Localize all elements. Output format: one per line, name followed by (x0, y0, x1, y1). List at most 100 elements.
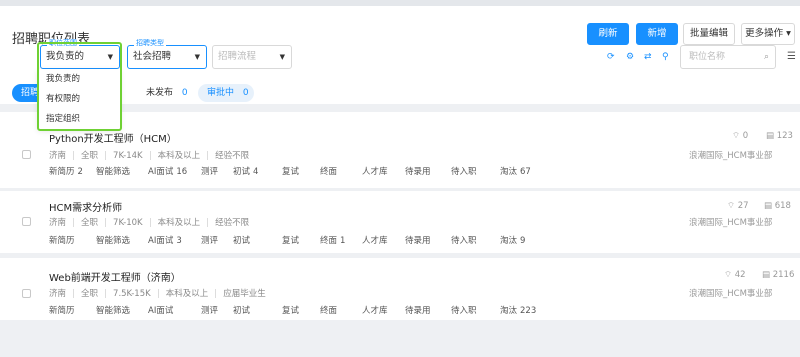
process-placeholder: 招聘流程 (218, 51, 257, 62)
location-icon[interactable]: ⚲ (662, 52, 669, 62)
stage-label: 复试 (282, 167, 300, 177)
stage-item[interactable]: 新简历 (49, 234, 78, 246)
job-experience: 经验不限 (215, 218, 250, 228)
job-title[interactable]: Python开发工程师（HCM） (49, 130, 177, 145)
stage-label: AI面试 (148, 167, 174, 177)
job-meta: 济南 全职 7K-14K 本科及以上 经验不限 (49, 149, 249, 161)
job-meta: 济南 全职 7.5K-15K 本科及以上 应届毕业生 (49, 287, 266, 299)
job-salary: 7K-14K (113, 151, 143, 161)
applies-stat: ▤ 2116 (762, 270, 794, 280)
type-caption: 招聘类型 (134, 39, 166, 48)
bottom-area (0, 346, 800, 357)
stage-item[interactable]: AI面试 16 (148, 165, 187, 177)
job-education: 本科及以上 (157, 151, 201, 161)
stage-item[interactable]: AI面试 3 (148, 234, 182, 246)
batch-edit-button[interactable]: 批量编辑 (683, 23, 735, 45)
view-icon: ⌔ (727, 201, 738, 211)
job-title[interactable]: HCM需求分析师 (49, 199, 122, 214)
stage-item[interactable]: 终面 (320, 165, 340, 177)
stage-item[interactable]: 初试 (233, 234, 253, 246)
tab-unpublished[interactable]: 未发布 0 (146, 84, 188, 102)
sync-icon[interactable]: ⟳ (607, 52, 615, 62)
stage-item[interactable]: 待录用 (405, 165, 434, 177)
stage-label: AI面试 (148, 306, 174, 316)
stage-item[interactable]: 人才库 (362, 304, 391, 316)
add-button[interactable]: 新增 (636, 23, 678, 45)
stage-item[interactable]: 终面 1 (320, 234, 345, 246)
stage-item[interactable]: 淘汰 9 (500, 234, 525, 246)
swap-icon[interactable]: ⇄ (644, 52, 652, 62)
stage-item[interactable]: 智能筛选 (96, 234, 133, 246)
stage-item[interactable]: 初试 (233, 304, 253, 316)
stage-item[interactable]: 复试 (282, 304, 302, 316)
row-checkbox[interactable] (22, 150, 31, 159)
views-stat: ⌔ 0 (732, 131, 748, 141)
job-card[interactable]: Web前端开发工程师（济南） 济南 全职 7.5K-15K 本科及以上 应届毕业生 新简… (0, 258, 800, 320)
resume-icon: ▤ (764, 201, 775, 211)
stage-item[interactable]: 终面 (320, 304, 340, 316)
stage-label: 待录用 (405, 167, 431, 177)
stage-item[interactable]: 复试 (282, 165, 302, 177)
refresh-button[interactable]: 刷新 (587, 23, 629, 45)
caret-down-icon: ▼ (279, 53, 285, 61)
stage-item[interactable]: 测评 (201, 234, 221, 246)
stage-item[interactable]: 智能筛选 (96, 304, 133, 316)
stage-item[interactable]: 淘汰 67 (500, 165, 531, 177)
stage-label: 人才库 (362, 167, 388, 177)
job-meta: 济南 全职 7K-10K 本科及以上 经验不限 (49, 216, 249, 228)
job-education: 本科及以上 (165, 289, 209, 299)
stage-item[interactable]: 人才库 (362, 165, 391, 177)
stage-item[interactable]: 新简历 (49, 304, 78, 316)
job-salary: 7K-10K (113, 218, 143, 228)
search-input[interactable]: 职位名称 ⌕ (680, 45, 776, 69)
stage-label: 初试 (233, 236, 251, 246)
stage-label: 复试 (282, 306, 300, 316)
menu-icon[interactable]: ☰ (787, 51, 796, 62)
type-select[interactable]: 招聘类型 社会招聘 ▼ (127, 39, 207, 69)
job-card[interactable]: HCM需求分析师 济南 全职 7K-10K 本科及以上 经验不限 新简历 智能筛选 AI面试… (0, 191, 800, 253)
job-worktype: 全职 (81, 289, 99, 299)
stage-count: 1 (340, 236, 346, 246)
stage-count: 67 (520, 167, 531, 177)
tab-review[interactable]: 审批中 0 (198, 84, 254, 102)
stage-item[interactable]: 待入职 (451, 165, 480, 177)
stage-item[interactable]: AI面试 (148, 304, 176, 316)
view-icon: ⌔ (724, 270, 735, 280)
job-worktype: 全职 (81, 218, 99, 228)
stage-label: 待录用 (405, 306, 431, 316)
stage-item[interactable]: 待入职 (451, 304, 480, 316)
stage-item[interactable]: 新简历 2 (49, 165, 83, 177)
stage-label: 淘汰 (500, 167, 518, 177)
tab-unpublished-label: 未发布 (146, 88, 174, 98)
process-select[interactable]: 招聘流程 ▼ (212, 45, 292, 69)
stage-label: 新简历 (49, 236, 75, 246)
row-checkbox[interactable] (22, 289, 31, 298)
stage-item[interactable]: 待入职 (451, 234, 480, 246)
stage-item[interactable]: 待录用 (405, 304, 434, 316)
views-stat: ⌔ 27 (727, 201, 749, 211)
stage-item[interactable]: 复试 (282, 234, 302, 246)
applies-count: 123 (776, 131, 793, 141)
stage-item[interactable]: 初试 4 (233, 165, 258, 177)
stage-item[interactable]: 淘汰 223 (500, 304, 536, 316)
job-department: 浪潮国际_HCM事业部 (689, 289, 773, 299)
tab-unpublished-count: 0 (181, 88, 188, 98)
stage-item[interactable]: 测评 (201, 165, 221, 177)
gear-icon[interactable]: ⚙ (626, 52, 634, 62)
search-icon[interactable]: ⌕ (764, 46, 769, 68)
type-value: 社会招聘 (133, 51, 172, 62)
stage-item[interactable]: 智能筛选 (96, 165, 133, 177)
applies-count: 2116 (772, 270, 795, 280)
views-stat: ⌔ 42 (724, 270, 746, 280)
stage-label: 智能筛选 (96, 167, 131, 177)
more-actions-button[interactable]: 更多操作 ▾ (741, 23, 795, 45)
job-city: 济南 (49, 218, 67, 228)
stage-label: 新简历 (49, 306, 75, 316)
stage-item[interactable]: 人才库 (362, 234, 391, 246)
stage-count: 3 (176, 236, 182, 246)
job-title[interactable]: Web前端开发工程师（济南） (49, 269, 181, 284)
stage-item[interactable]: 测评 (201, 304, 221, 316)
stage-label: 淘汰 (500, 306, 518, 316)
row-checkbox[interactable] (22, 217, 31, 226)
stage-item[interactable]: 待录用 (405, 234, 434, 246)
